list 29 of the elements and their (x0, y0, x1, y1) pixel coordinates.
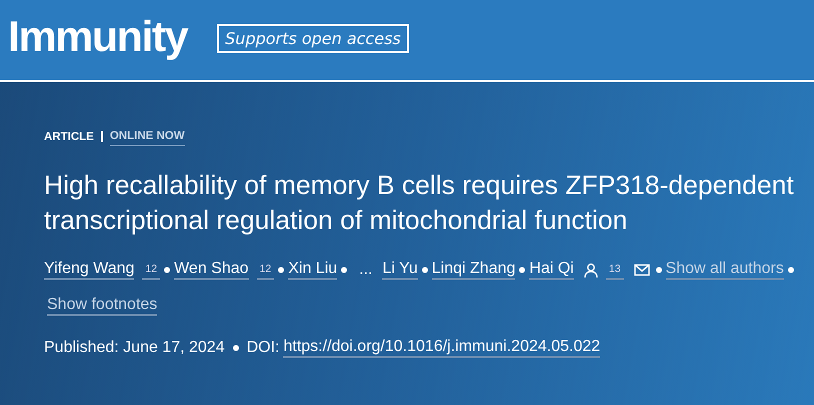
bullet-icon (278, 267, 284, 273)
author-link[interactable]: Linqi Zhang (432, 260, 516, 280)
bullet-icon (341, 267, 348, 273)
author-link[interactable]: Xin Liu (288, 260, 338, 280)
author-link[interactable]: Hai Qi (529, 260, 574, 280)
open-access-badge: Supports open access (217, 24, 409, 52)
ellipsis-text: ... (359, 261, 372, 279)
affiliation-link[interactable]: 12 (142, 260, 160, 280)
doi-link[interactable]: https://doi.org/10.1016/j.immuni.2024.05.022 (283, 338, 600, 358)
article-type: ARTICLE (44, 130, 94, 142)
mail-icon[interactable] (634, 264, 650, 276)
affiliation-link[interactable]: 13 (606, 260, 624, 280)
author-link[interactable]: Wen Shao (174, 260, 249, 280)
article-title: High recallability of memory B cells requires ZFP318-dependent transcriptional regulation of mitochondrial function (44, 169, 795, 237)
bullet-icon (519, 267, 526, 273)
show-all-authors-link[interactable]: Show all authors (666, 260, 784, 280)
online-now-link[interactable]: ONLINE NOW (110, 127, 185, 146)
show-footnotes-link[interactable]: Show footnotes (47, 296, 158, 316)
bullet-icon (164, 267, 170, 273)
bullet-icon (232, 345, 239, 351)
bullet-icon (656, 267, 662, 273)
bullet-icon (788, 267, 794, 273)
author-link[interactable]: Li Yu (382, 260, 418, 280)
bullet-icon (422, 267, 428, 273)
journal-logo[interactable]: Immunity (8, 12, 188, 62)
affiliation-link[interactable]: 12 (256, 260, 274, 280)
doi-label: DOI: (246, 339, 280, 357)
published-date: Published: June 17, 2024 (44, 339, 225, 357)
author-link[interactable]: Yifeng Wang (44, 260, 134, 280)
